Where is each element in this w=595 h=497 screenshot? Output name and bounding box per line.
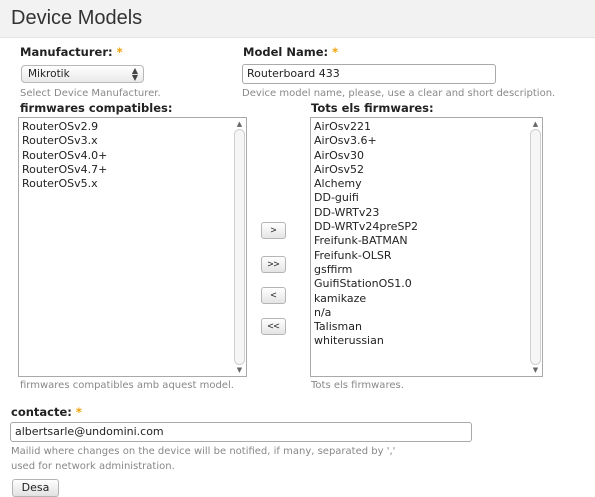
list-item[interactable]: DD-WRTv23 xyxy=(314,206,542,220)
compatible-firmwares-list: RouterOSv2.9 RouterOSv3.x RouterOSv4.0+ Rou… xyxy=(19,118,246,191)
contact-email-input[interactable]: albertsarle@undomini.com xyxy=(10,422,472,442)
all-firmwares-listbox[interactable]: AirOsv221 AirOsv3.6+ AirOsv30 AirOsv52 Alche… xyxy=(310,117,543,377)
list-item[interactable]: RouterOSv3.x xyxy=(22,134,246,148)
list-item[interactable]: gsffirm xyxy=(314,263,542,277)
scroll-up-arrow-icon[interactable]: ▲ xyxy=(530,119,541,129)
model-name-value: Routerboard 433 xyxy=(247,67,340,80)
contact-email-value: albertsarle@undomini.com xyxy=(15,425,164,438)
scroll-down-arrow-icon[interactable]: ▼ xyxy=(234,365,245,375)
add-selected-button[interactable]: > xyxy=(261,222,286,239)
all-firmwares-scrollbar[interactable]: ▲ ▼ xyxy=(530,119,541,375)
contact-help-line2: used for network administration. xyxy=(11,461,175,472)
contact-help-line1: Mailid where changes on the device will … xyxy=(11,446,396,457)
list-item[interactable]: n/a xyxy=(314,306,542,320)
save-button[interactable]: Desa xyxy=(12,479,59,497)
all-firmwares-label: Tots els firmwares: xyxy=(311,101,434,115)
contact-label: contacte: * xyxy=(11,405,82,419)
manufacturer-selected-value: Mikrotik xyxy=(28,68,70,80)
add-all-button[interactable]: >> xyxy=(261,256,286,273)
all-firmwares-list: AirOsv221 AirOsv3.6+ AirOsv30 AirOsv52 Alche… xyxy=(311,118,542,349)
list-item[interactable]: Freifunk-BATMAN xyxy=(314,234,542,248)
list-item[interactable]: DD-WRTv24preSP2 xyxy=(314,220,542,234)
list-item[interactable]: Talisman xyxy=(314,320,542,334)
scroll-up-arrow-icon[interactable]: ▲ xyxy=(234,119,245,129)
list-item[interactable]: kamikaze xyxy=(314,292,542,306)
manufacturer-label-text: Manufacturer: xyxy=(20,45,113,59)
compatible-firmwares-listbox[interactable]: RouterOSv2.9 RouterOSv3.x RouterOSv4.0+ Rou… xyxy=(18,117,247,377)
list-item[interactable]: AirOsv3.6+ xyxy=(314,134,542,148)
model-name-label-text: Model Name: xyxy=(243,45,329,59)
model-name-help: Device model name, please, use a clear a… xyxy=(242,88,556,99)
manufacturer-required-mark: * xyxy=(116,45,123,59)
model-name-label: Model Name: * xyxy=(243,45,338,59)
list-item[interactable]: AirOsv30 xyxy=(314,149,542,163)
manufacturer-select[interactable]: Mikrotik ▲ ▼ xyxy=(21,65,144,83)
list-item[interactable]: RouterOSv2.9 xyxy=(22,120,246,134)
page-header: Device Models xyxy=(0,0,595,38)
list-item[interactable]: RouterOSv4.0+ xyxy=(22,149,246,163)
manufacturer-label: Manufacturer: * xyxy=(20,45,123,59)
contact-required-mark: * xyxy=(75,405,82,419)
list-item[interactable]: DD-guifi xyxy=(314,191,542,205)
compatible-firmwares-help: firmwares compatibles amb aquest model. xyxy=(20,380,234,391)
compatible-firmwares-scrollbar[interactable]: ▲ ▼ xyxy=(234,119,245,375)
scrollbar-track[interactable] xyxy=(234,129,245,365)
up-down-arrows-icon: ▲ ▼ xyxy=(131,66,138,82)
remove-all-button[interactable]: << xyxy=(261,318,286,335)
manufacturer-help: Select Device Manufacturer. xyxy=(20,88,161,99)
all-firmwares-help: Tots els firmwares. xyxy=(311,380,404,391)
remove-selected-button[interactable]: < xyxy=(261,287,286,304)
model-name-required-mark: * xyxy=(332,45,339,59)
list-item[interactable]: whiterussian xyxy=(314,334,542,348)
list-item[interactable]: RouterOSv5.x xyxy=(22,177,246,191)
list-item[interactable]: AirOsv221 xyxy=(314,120,542,134)
model-name-input[interactable]: Routerboard 433 xyxy=(242,64,496,84)
list-item[interactable]: GuifiStationOS1.0 xyxy=(314,277,542,291)
list-item[interactable]: Alchemy xyxy=(314,177,542,191)
compatible-firmwares-label: firmwares compatibles: xyxy=(20,101,173,115)
scrollbar-track[interactable] xyxy=(530,129,541,365)
page-title: Device Models xyxy=(11,7,143,29)
contact-label-text: contacte: xyxy=(11,405,72,419)
list-item[interactable]: Freifunk-OLSR xyxy=(314,249,542,263)
list-item[interactable]: AirOsv52 xyxy=(314,163,542,177)
scroll-down-arrow-icon[interactable]: ▼ xyxy=(530,365,541,375)
list-item[interactable]: RouterOSv4.7+ xyxy=(22,163,246,177)
